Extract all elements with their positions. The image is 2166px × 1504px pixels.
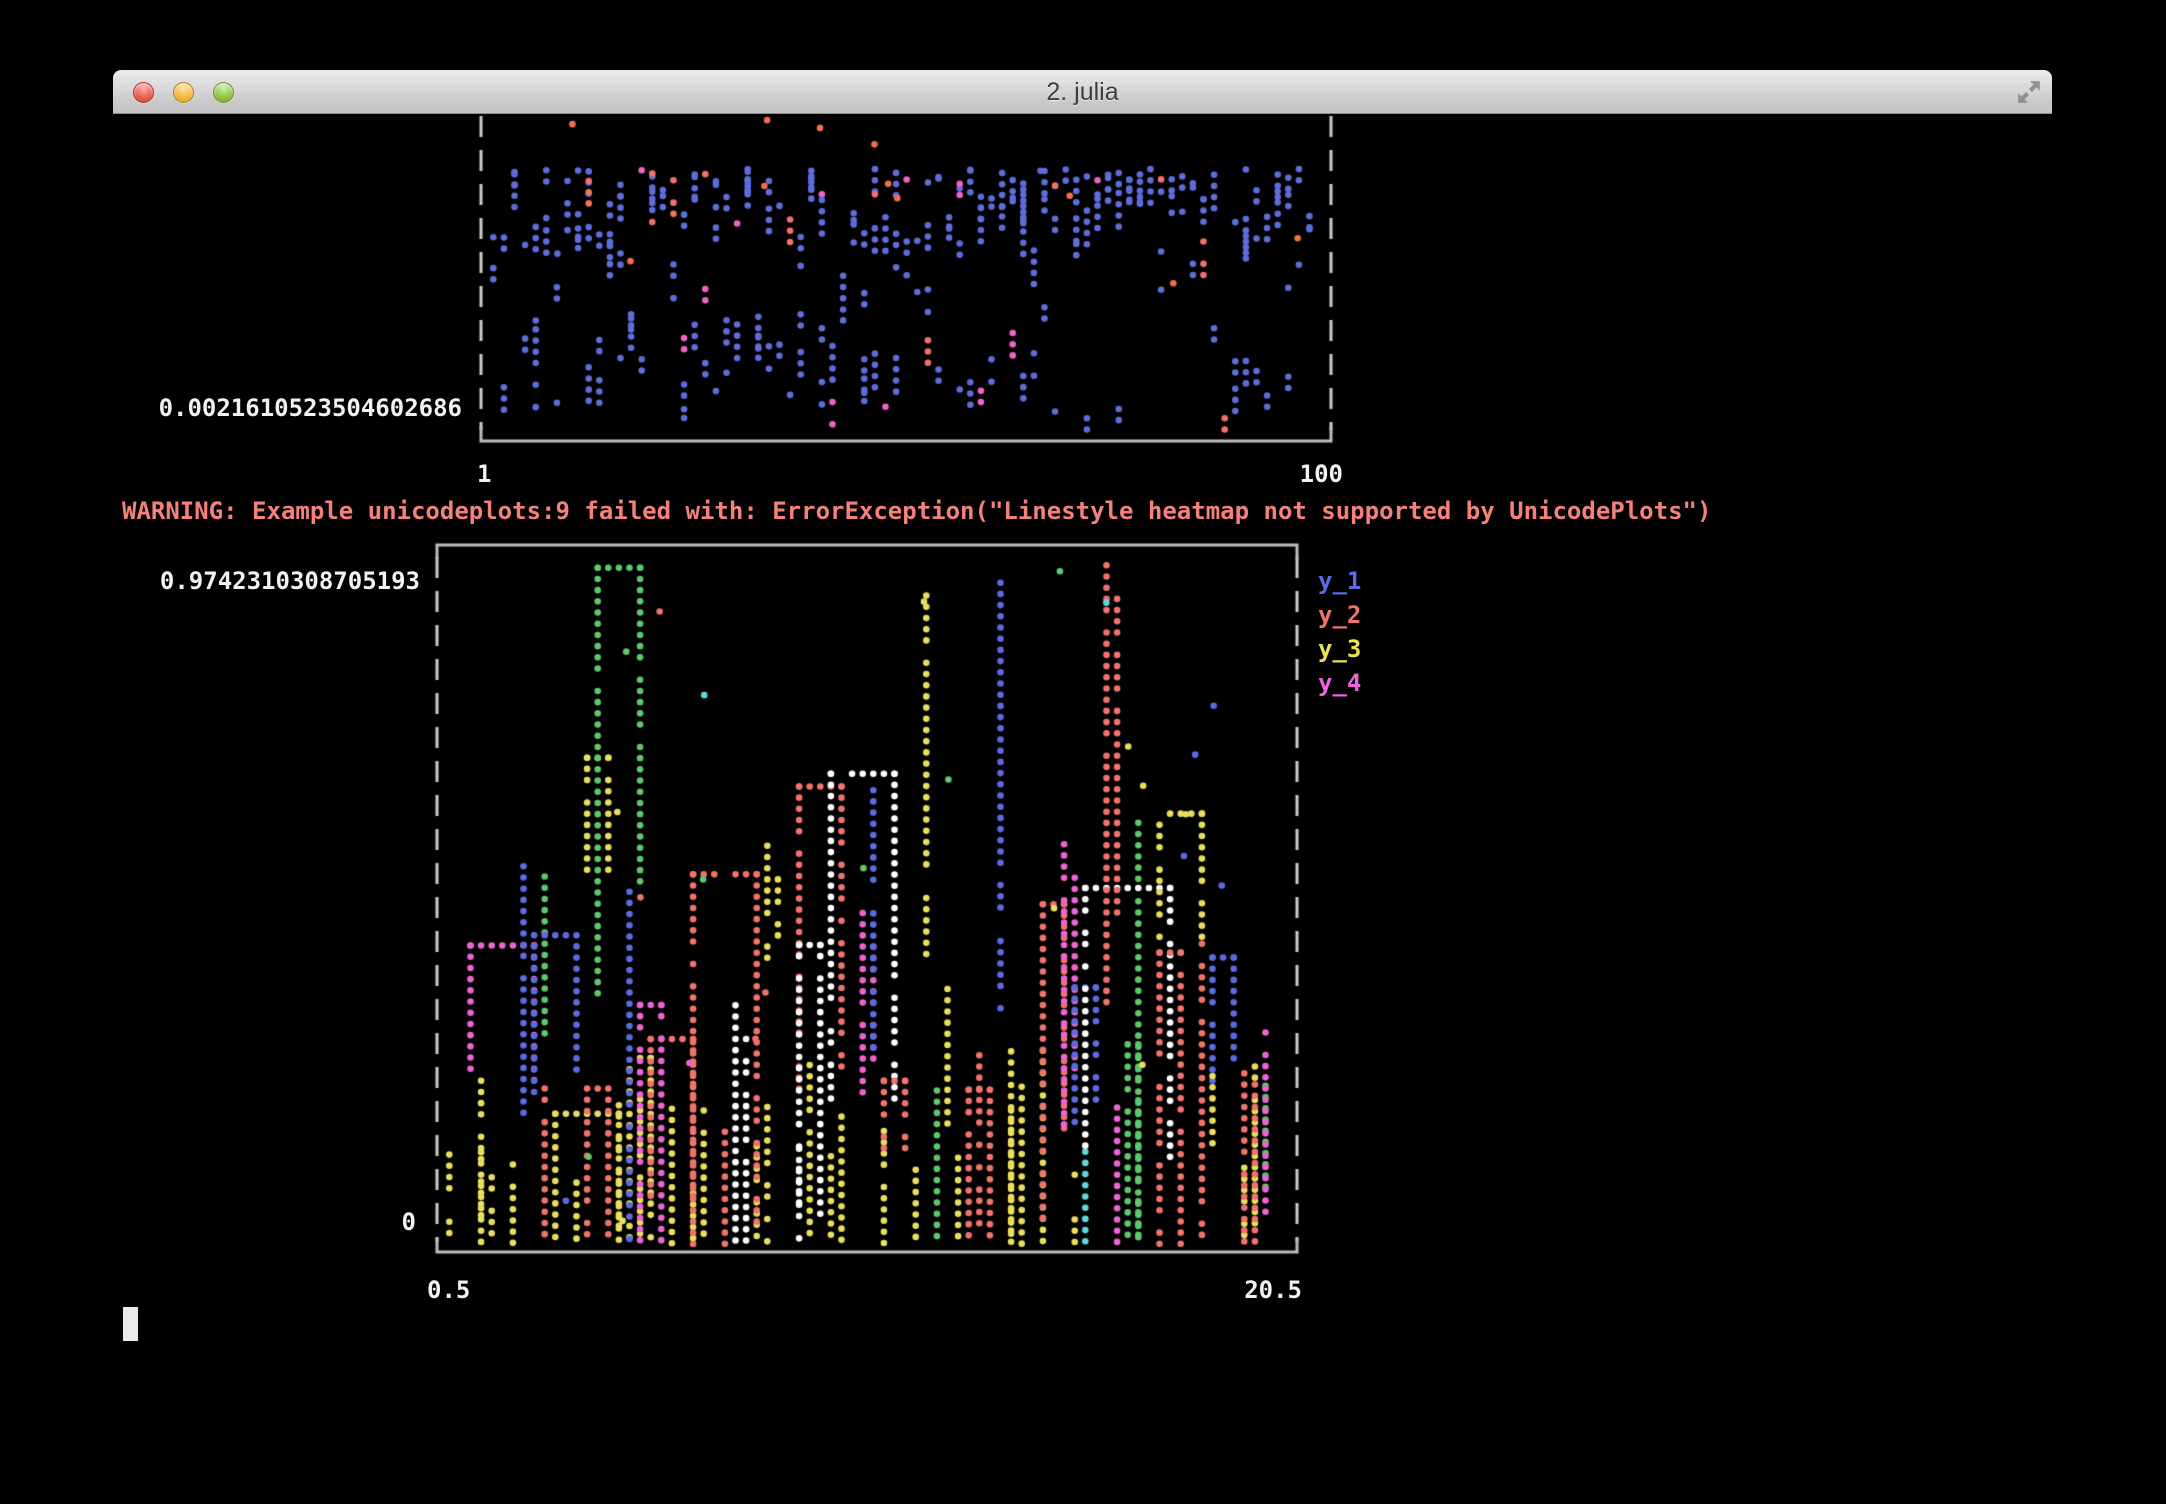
terminal-window: 2. julia 0.0021610523504602686 1 100 WAR… [113,70,2052,1504]
terminal-cursor [123,1307,138,1341]
plot2-xmin-label: 0.5 [427,1278,470,1302]
window-title: 2. julia [113,70,2052,114]
plot1-xmax-label: 100 [1300,462,1343,486]
plot1-ymax-label: 0.0021610523504602686 [159,396,462,420]
fullscreen-icon[interactable] [2016,79,2042,105]
plot1-xmin-label: 1 [477,462,491,486]
legend-item-y2: y_2 [1318,603,1361,627]
legend-item-y3: y_3 [1318,637,1361,661]
terminal-content[interactable]: 0.0021610523504602686 1 100 WARNING: Exa… [113,114,2052,1504]
window-titlebar[interactable]: 2. julia [113,70,2052,114]
screen: 2. julia 0.0021610523504602686 1 100 WAR… [0,0,2166,1504]
plot2-ymin-label: 0 [402,1210,416,1234]
legend-item-y4: y_4 [1318,671,1361,695]
plot2-xmax-label: 20.5 [1244,1278,1302,1302]
plot-canvas [113,114,2052,1504]
plot2-ymax-label: 0.9742310308705193 [160,569,420,593]
warning-message: WARNING: Example unicodeplots:9 failed w… [122,499,1711,523]
legend-item-y1: y_1 [1318,569,1361,593]
